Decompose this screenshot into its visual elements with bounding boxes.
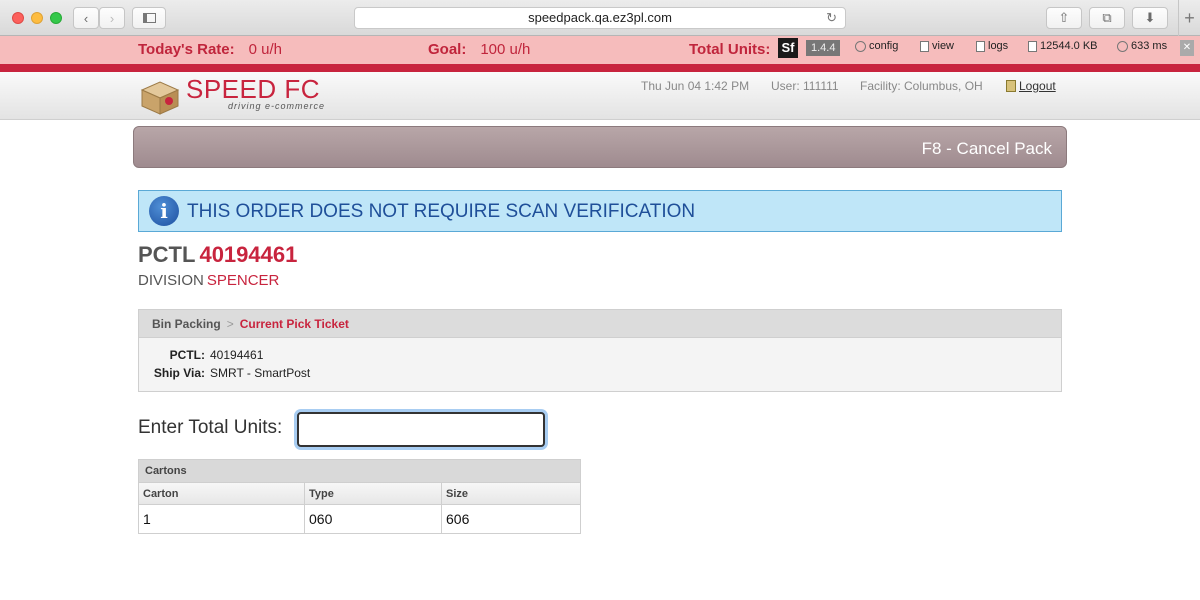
- door-icon: [1006, 80, 1016, 92]
- column-header-type: Type: [305, 483, 442, 504]
- view-link[interactable]: view: [920, 40, 954, 52]
- breadcrumb-separator: >: [226, 317, 234, 331]
- back-button[interactable]: ‹: [73, 7, 99, 29]
- todays-rate: Today's Rate: 0 u/h: [138, 41, 282, 58]
- chevron-right-icon: ›: [109, 10, 115, 26]
- cartons-title: Cartons: [139, 460, 580, 483]
- cell-carton: 1: [139, 505, 305, 533]
- pctl-heading-label: PCTL: [138, 242, 196, 267]
- minimize-window-button[interactable]: [31, 12, 43, 24]
- detail-pctl-row: PCTL: 40194461: [151, 348, 264, 362]
- detail-shipvia-row: Ship Via: SMRT - SmartPost: [151, 366, 310, 380]
- downloads-button[interactable]: ⬇: [1132, 7, 1168, 29]
- pctl-heading-number: 40194461: [199, 242, 298, 267]
- browser-toolbar: ‹ › speedpack.qa.ez3pl.com ↻ ⇧ ⧉ ⬇ +: [0, 0, 1200, 36]
- logo-tagline: driving e-commerce: [228, 101, 326, 111]
- box-logo-icon: [140, 81, 180, 115]
- download-icon: ⬇: [1144, 10, 1156, 25]
- logs-label: logs: [988, 40, 1009, 52]
- clock-icon: [1117, 40, 1128, 52]
- division-value: SPENCER: [206, 272, 280, 289]
- memory-value: 12544.0 KB: [1040, 40, 1098, 52]
- detail-pctl-value: 40194461: [210, 348, 264, 362]
- column-header-carton: Carton: [139, 483, 305, 504]
- url-text: speedpack.qa.ez3pl.com: [528, 10, 672, 25]
- config-link[interactable]: config: [855, 40, 898, 52]
- view-label: view: [932, 40, 955, 52]
- pick-ticket-panel: Bin Packing > Current Pick Ticket PCTL: 401…: [138, 309, 1062, 392]
- column-header-size: Size: [446, 488, 469, 500]
- memory-indicator[interactable]: 12544.0 KB: [1028, 40, 1098, 52]
- forward-button[interactable]: ›: [99, 7, 125, 29]
- cancel-pack-button[interactable]: F8 - Cancel Pack: [922, 139, 1052, 159]
- action-toolbar: F8 - Cancel Pack: [133, 126, 1067, 168]
- chevron-left-icon: ‹: [83, 10, 89, 26]
- total-units-input-label: Enter Total Units:: [138, 417, 283, 438]
- todays-rate-label: Today's Rate:: [138, 41, 235, 58]
- config-label: config: [869, 40, 899, 52]
- maximize-window-button[interactable]: [50, 12, 62, 24]
- address-bar[interactable]: speedpack.qa.ez3pl.com ↻: [354, 7, 846, 29]
- new-tab-button[interactable]: +: [1178, 0, 1200, 36]
- info-icon: i: [149, 196, 179, 226]
- total-units-input[interactable]: [297, 412, 545, 447]
- detail-shipvia-label: Ship Via:: [153, 366, 205, 380]
- logout-label: Logout: [1019, 79, 1056, 93]
- division-label: DIVISION: [138, 272, 204, 289]
- time-value: 633 ms: [1131, 40, 1168, 52]
- cartons-header-row: Carton Type Size: [139, 483, 580, 505]
- header-datetime: Thu Jun 04 1:42 PM: [641, 79, 750, 93]
- version-badge: 1.4.4: [806, 40, 841, 56]
- info-banner-text: THIS ORDER DOES NOT REQUIRE SCAN VERIFIC…: [187, 201, 696, 222]
- document-icon: [920, 40, 929, 52]
- reload-icon[interactable]: ↻: [826, 8, 837, 28]
- symfony-logo[interactable]: Sf: [778, 38, 798, 58]
- cell-type: 060: [305, 505, 442, 533]
- division-line: DIVISION SPENCER: [138, 272, 279, 289]
- breadcrumb-bin-packing[interactable]: Bin Packing: [152, 317, 221, 331]
- close-window-button[interactable]: [12, 12, 24, 24]
- goal-label: Goal:: [428, 41, 467, 58]
- sidebar-icon: [142, 13, 156, 23]
- logs-icon: [976, 40, 985, 52]
- detail-shipvia-value: SMRT - SmartPost: [210, 366, 311, 380]
- tabs-icon: ⧉: [1102, 10, 1112, 25]
- info-banner: i THIS ORDER DOES NOT REQUIRE SCAN VERIF…: [138, 190, 1062, 232]
- gear-icon: [855, 40, 866, 52]
- sidebar-button[interactable]: [132, 7, 166, 29]
- breadcrumb-current: Current Pick Ticket: [239, 317, 349, 331]
- share-button[interactable]: ⇧: [1046, 7, 1082, 29]
- tabs-button[interactable]: ⧉: [1089, 7, 1125, 29]
- memory-icon: [1028, 40, 1037, 52]
- goal-value: 100 u/h: [480, 41, 531, 58]
- todays-rate-value: 0 u/h: [248, 41, 283, 58]
- cell-size: 606: [446, 511, 470, 527]
- pctl-heading: PCTL 40194461: [138, 242, 297, 268]
- logs-link[interactable]: logs: [976, 40, 1008, 52]
- cartons-table: Cartons Carton Type Size 1 060 606: [138, 459, 581, 534]
- header-facility: Facility: Columbus, OH: [860, 79, 983, 93]
- header-stripe: [0, 64, 1200, 72]
- detail-pctl-label: PCTL:: [169, 348, 205, 362]
- timer-indicator[interactable]: 633 ms: [1117, 40, 1167, 52]
- plus-icon: +: [1184, 7, 1195, 28]
- breadcrumb: Bin Packing > Current Pick Ticket: [139, 310, 1061, 338]
- total-units-label: Total Units:: [689, 41, 771, 58]
- logout-link[interactable]: Logout: [1006, 79, 1056, 93]
- table-row[interactable]: 1 060 606: [139, 505, 580, 533]
- header-user: User: 111111: [771, 79, 839, 93]
- goal: Goal: 100 u/h: [428, 41, 530, 58]
- share-icon: ⇧: [1058, 10, 1070, 25]
- close-devbar-icon[interactable]: ✕: [1180, 40, 1194, 56]
